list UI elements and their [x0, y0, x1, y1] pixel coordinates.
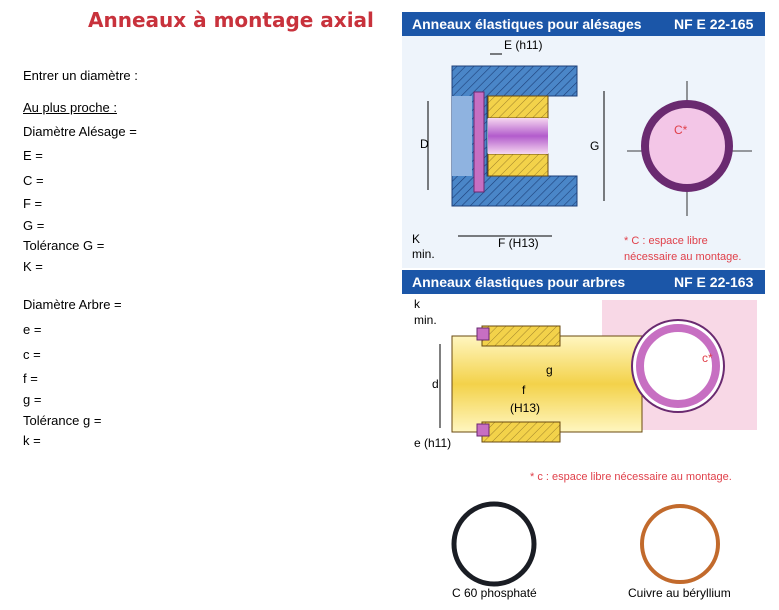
bore-note-line1: * C : espace libre — [624, 235, 708, 247]
bore-panel-header: Anneaux élastiques pour alésages NF E 22… — [402, 12, 765, 36]
bore-shaft-end — [452, 96, 472, 176]
beryllium-caption: Cuivre au béryllium — [628, 586, 731, 600]
shaft-k-label: k — [414, 297, 421, 311]
bore-bushing-top — [487, 95, 549, 119]
bore-C-label: C* — [674, 123, 688, 137]
shaft-body — [451, 335, 643, 433]
diameter-prompt: Entrer un diamètre : — [23, 68, 138, 83]
bore-F-label: F (H13) — [498, 236, 539, 250]
shaft-diagram: k min. d g f (H13) e (h11) c* * c : espa… — [402, 294, 765, 600]
shaft-tolerance-g-label: Tolérance g = — [23, 413, 102, 428]
bore-E-label: E = — [23, 148, 43, 163]
bore-E-label: E (h11) — [504, 38, 542, 52]
shaft-min-label: min. — [414, 313, 437, 327]
shaft-k-label: k = — [23, 433, 41, 448]
bore-tolerance-G-label: Tolérance G = — [23, 238, 105, 253]
shaft-g-label: g = — [23, 392, 42, 407]
phosphated-caption: C 60 phosphaté — [452, 586, 537, 600]
bore-bushing-bottom — [487, 153, 549, 177]
bore-note-line2: nécessaire au montage. — [624, 251, 741, 263]
shaft-hub-top — [481, 325, 561, 347]
bore-D-label: D — [420, 137, 429, 151]
shaft-e-label: e = — [23, 322, 42, 337]
shaft-e-label: e (h11) — [414, 436, 451, 450]
nearest-heading: Au plus proche : — [23, 100, 117, 115]
bore-diameter-label: Diamètre Alésage = — [23, 124, 137, 139]
shaft-ring-bottom — [476, 423, 490, 437]
bore-ring-diagram — [641, 100, 733, 192]
shaft-diameter-label: Diamètre Arbre = — [23, 297, 122, 312]
shaft-panel-header: Anneaux élastiques pour arbres NF E 22-1… — [402, 270, 765, 294]
shaft-panel-title: Anneaux élastiques pour arbres — [412, 274, 626, 290]
shaft-g-label: g — [546, 363, 553, 377]
bore-diagram: D G E (h11) K min. F (H13) C* * C : espa… — [402, 36, 765, 268]
bore-G-label: G — [590, 139, 599, 153]
bore-K-label: K — [412, 232, 420, 246]
bore-ring-section — [473, 91, 485, 193]
shaft-note: * c : espace libre nécessaire au montage… — [530, 471, 732, 483]
shaft-hub-bottom — [481, 421, 561, 443]
bore-panel-standard: NF E 22-165 — [674, 16, 754, 32]
bore-K-label: K = — [23, 259, 43, 274]
bore-C-label: C = — [23, 173, 44, 188]
bore-F-label: F = — [23, 196, 43, 211]
shaft-c-label: c* — [702, 351, 713, 365]
shaft-c-label: c = — [23, 347, 41, 362]
shaft-f-label: f = — [23, 371, 38, 386]
bore-panel-title: Anneaux élastiques pour alésages — [412, 16, 642, 32]
bore-inner-shaft — [488, 118, 548, 154]
shaft-ring-top — [476, 327, 490, 341]
shaft-H13-label: (H13) — [510, 401, 540, 415]
shaft-panel-standard: NF E 22-163 — [674, 274, 754, 290]
bore-G-label: G = — [23, 218, 45, 233]
page-title: Anneaux à montage axial — [88, 8, 374, 32]
bore-min-label: min. — [412, 247, 435, 261]
shaft-ring-outline — [631, 319, 725, 413]
shaft-d-label: d — [432, 377, 439, 391]
